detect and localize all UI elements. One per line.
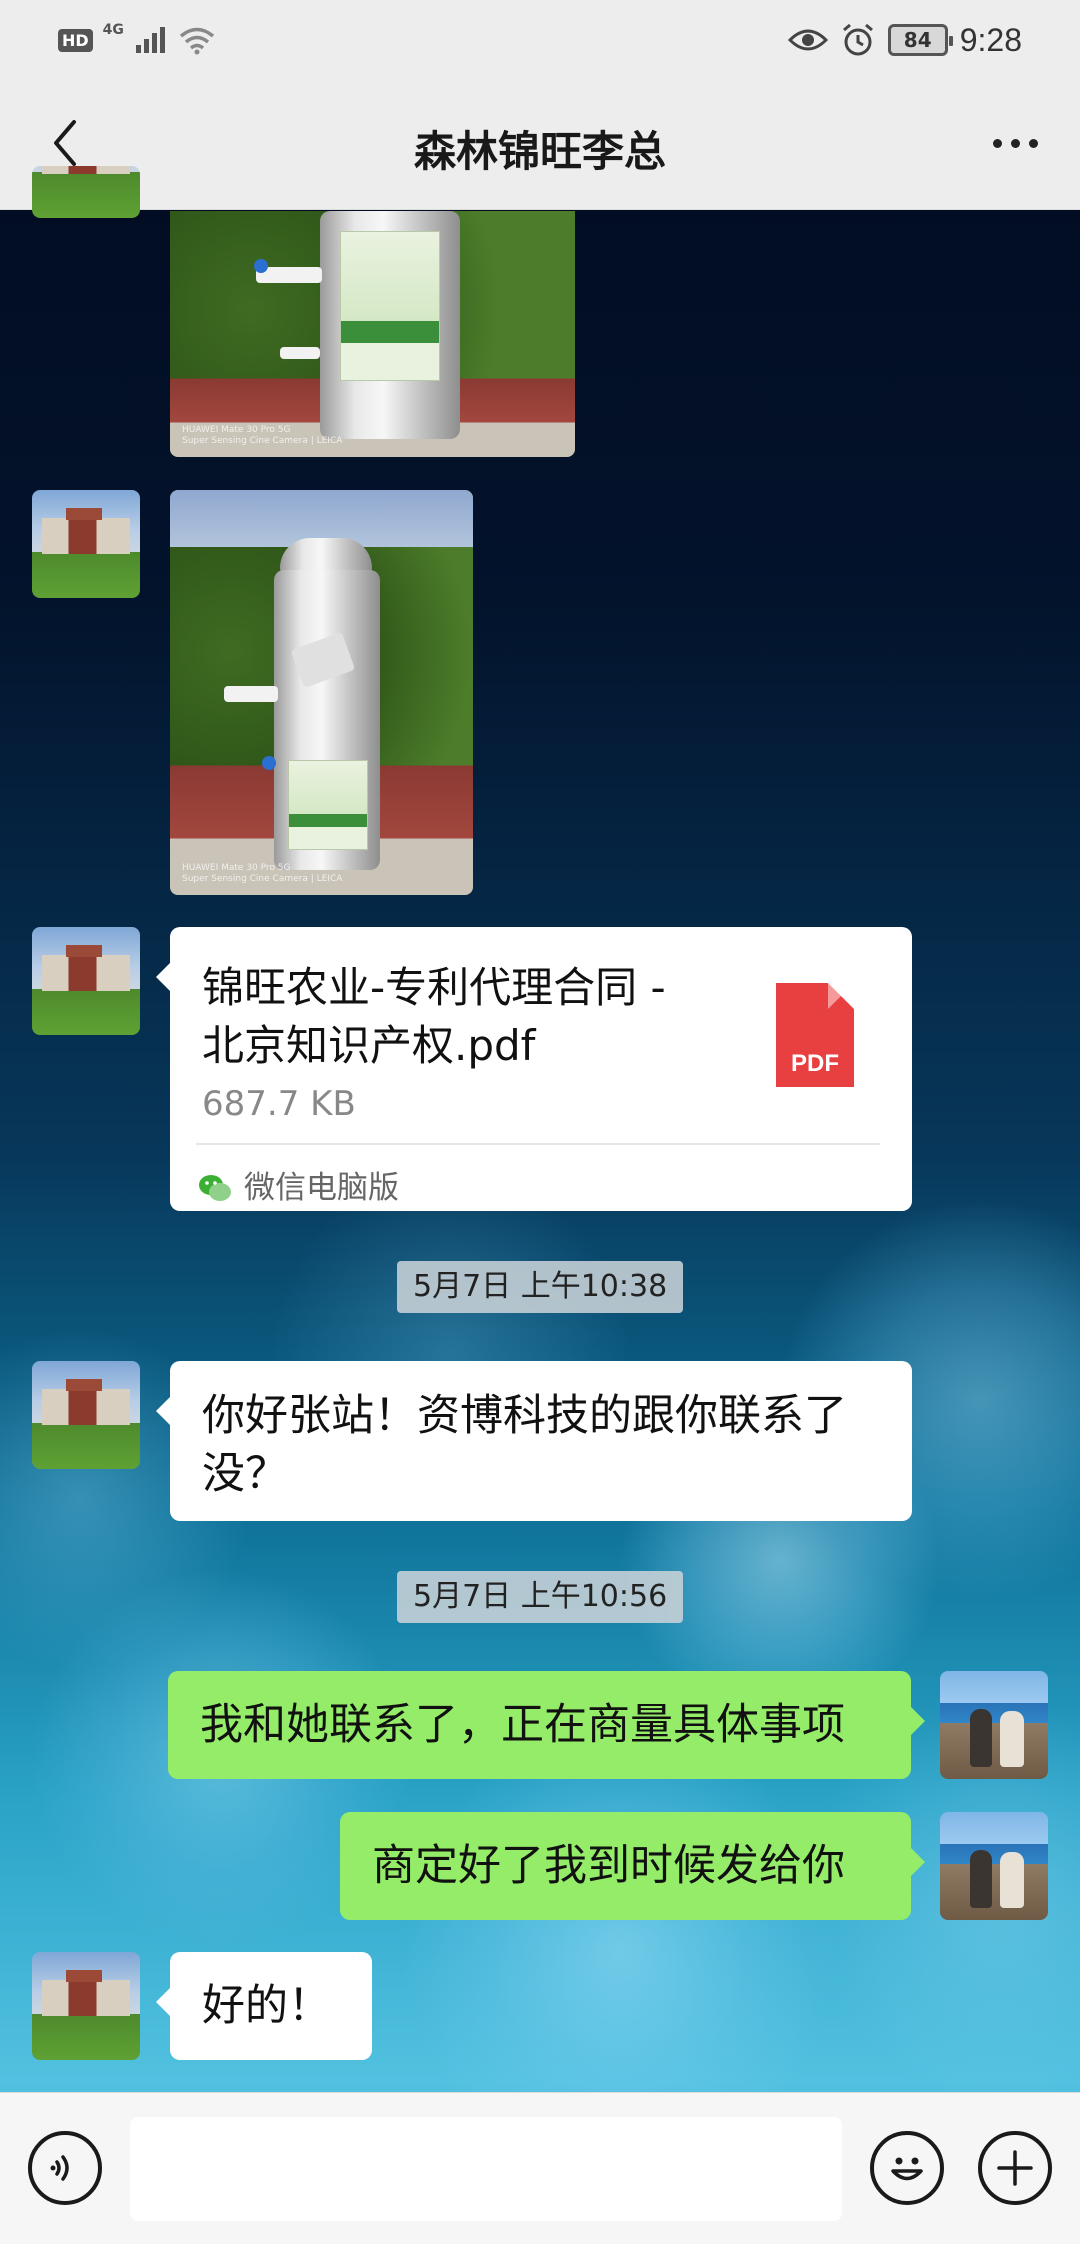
more-dots-icon <box>1010 138 1020 148</box>
file-source-label: 微信电脑版 <box>244 1170 399 1206</box>
more-button[interactable] <box>980 108 1050 178</box>
wifi-icon <box>179 27 215 55</box>
watermark-line: Super Sensing Cine Camera | LEICA <box>182 874 343 884</box>
timestamp: 5月7日 上午10:38 <box>397 1261 684 1313</box>
more-dots-icon <box>1028 138 1038 148</box>
emoji-button[interactable] <box>870 2131 944 2205</box>
message-text-line: 没？ <box>202 1449 288 1499</box>
text-message[interactable]: 好的！ <box>156 1952 372 2060</box>
image-message[interactable]: HUAWEI Mate 30 Pro 5G Super Sensing Cine… <box>170 211 575 457</box>
hd-badge: HD <box>58 28 93 52</box>
signal-icon <box>135 27 165 53</box>
contact-avatar[interactable] <box>32 490 140 598</box>
chat-title: 森林锦旺李总 <box>413 127 666 176</box>
sent-message[interactable]: 商定好了我到时候发给你 <box>340 1812 925 1920</box>
file-size: 687.7 KB <box>202 1084 356 1124</box>
photo-tap <box>224 686 278 702</box>
image-message[interactable]: HUAWEI Mate 30 Pro 5G Super Sensing Cine… <box>170 490 473 895</box>
watermark-line: HUAWEI Mate 30 Pro 5G <box>182 425 291 435</box>
file-message[interactable]: 锦旺农业-专利代理合同 - 北京知识产权.pdf 687.7 KB PDF 微信… <box>156 927 912 1211</box>
status-left-group: HD 4G <box>58 22 216 58</box>
watermark-line: HUAWEI Mate 30 Pro 5G <box>182 863 291 873</box>
message-text: 好的！ <box>202 1981 331 2031</box>
status-bar: HD 4G 84 9:28 <box>0 0 1080 80</box>
photo-watermark: HUAWEI Mate 30 Pro 5G Super Sensing Cine… <box>182 425 342 447</box>
file-source: 微信电脑版 <box>198 1159 399 1217</box>
battery-indicator: 84 <box>887 24 953 56</box>
battery-level: 84 <box>903 28 932 52</box>
file-divider <box>196 1143 880 1145</box>
input-bar <box>0 2092 1080 2244</box>
contact-avatar[interactable] <box>32 1361 140 1469</box>
my-avatar[interactable] <box>940 1812 1048 1920</box>
photo-tap-valve <box>262 756 276 770</box>
status-right-group: 84 9:28 <box>787 18 1022 62</box>
my-avatar[interactable] <box>940 1671 1048 1779</box>
alarm-icon <box>842 23 873 56</box>
text-message[interactable]: 你好张站！资博科技的跟你联系了 没？ <box>156 1361 912 1521</box>
chat-header: 森林锦旺李总 <box>0 80 1080 210</box>
eye-icon <box>787 29 828 51</box>
more-dots-icon <box>992 138 1002 148</box>
file-name-line: 北京知识产权.pdf <box>202 1021 536 1070</box>
contact-avatar[interactable] <box>32 927 140 1035</box>
add-button[interactable] <box>978 2131 1052 2205</box>
file-name-line: 锦旺农业-专利代理合同 - <box>202 963 666 1012</box>
emoji-icon <box>891 2157 923 2181</box>
voice-button[interactable] <box>28 2131 102 2205</box>
contact-avatar[interactable] <box>32 1952 140 2060</box>
network-type: 4G <box>102 22 124 38</box>
plus-icon <box>997 2150 1033 2186</box>
message-input[interactable] <box>130 2117 842 2221</box>
photo-object-label <box>288 760 368 850</box>
photo-object-lid <box>280 538 372 574</box>
message-text: 我和她联系了，正在商量具体事项 <box>200 1700 845 1750</box>
sent-message[interactable]: 我和她联系了，正在商量具体事项 <box>168 1671 925 1779</box>
wechat-icon <box>199 1175 231 1201</box>
message-text: 商定好了我到时候发给你 <box>372 1841 845 1891</box>
file-name: 锦旺农业-专利代理合同 - 北京知识产权.pdf <box>202 959 742 1075</box>
pdf-type-label: PDF <box>791 1050 839 1077</box>
photo-watermark: HUAWEI Mate 30 Pro 5G Super Sensing Cine… <box>182 863 342 885</box>
pdf-file-icon: PDF <box>776 983 854 1087</box>
watermark-line: Super Sensing Cine Camera | LEICA <box>182 436 343 446</box>
photo-tap-valve <box>254 259 268 273</box>
photo-object-label <box>340 231 440 381</box>
message-text-line: 你好张站！资博科技的跟你联系了 <box>202 1391 847 1441</box>
timestamp: 5月7日 上午10:56 <box>397 1571 684 1623</box>
status-time: 9:28 <box>959 21 1022 58</box>
voice-icon <box>50 2155 69 2181</box>
photo-tap <box>280 347 320 359</box>
